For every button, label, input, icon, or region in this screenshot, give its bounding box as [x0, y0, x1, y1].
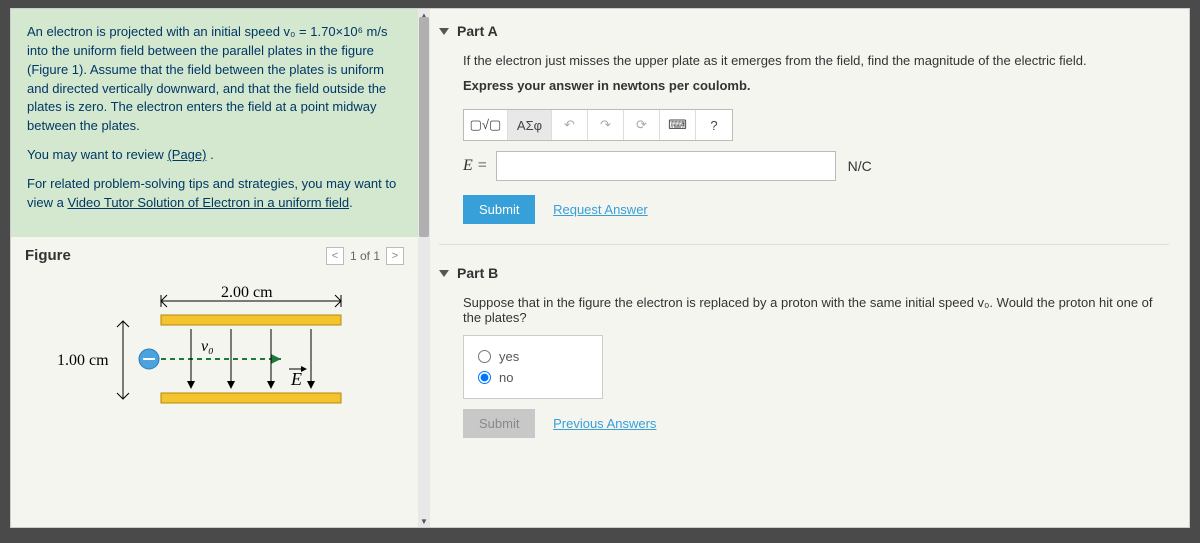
greek-tool[interactable]: ΑΣφ	[508, 110, 552, 140]
part-a-question: If the electron just misses the upper pl…	[463, 53, 1161, 68]
problem-statement: An electron is projected with an initial…	[11, 9, 418, 237]
e-field-label: E	[290, 369, 302, 389]
part-b-header[interactable]: Part B	[419, 251, 1189, 289]
figure-title: Figure	[25, 247, 71, 264]
choice-box: yes no	[463, 335, 603, 399]
templates-tool[interactable]: ▢√▢	[464, 110, 508, 140]
width-label: 2.00 cm	[221, 284, 273, 301]
request-answer-link[interactable]: Request Answer	[553, 202, 648, 217]
figure-nav-text: 1 of 1	[350, 249, 380, 263]
part-a-header[interactable]: Part A	[419, 9, 1189, 47]
redo-tool[interactable]: ↷	[588, 110, 624, 140]
submit-button-b: Submit	[463, 409, 535, 438]
part-b-question: Suppose that in the figure the electron …	[463, 295, 1161, 325]
part-a-instruction: Express your answer in newtons per coulo…	[463, 78, 1161, 93]
help-tool[interactable]: ?	[696, 110, 732, 140]
answer-toolbar: ▢√▢ ΑΣφ ↶ ↷ ⟳ ⌨ ?	[463, 109, 733, 141]
page-link[interactable]: (Page)	[167, 147, 206, 162]
video-tutor-link[interactable]: Video Tutor Solution of Electron in a un…	[67, 195, 349, 210]
previous-answers-link[interactable]: Previous Answers	[553, 416, 656, 431]
reset-tool[interactable]: ⟳	[624, 110, 660, 140]
keyboard-tool[interactable]: ⌨	[660, 110, 696, 140]
unit-label: N/C	[848, 158, 872, 174]
problem-text-3: For related problem-solving tips and str…	[27, 175, 402, 213]
problem-text-2: You may want to review (Page) .	[27, 146, 402, 165]
submit-button-a[interactable]: Submit	[463, 195, 535, 224]
v0-label: v₀	[201, 338, 214, 355]
answer-input[interactable]	[496, 151, 836, 181]
choice-no[interactable]: no	[478, 367, 588, 388]
figure-diagram: 2.00 cm 1.00 cm v₀	[11, 271, 418, 454]
undo-tool[interactable]: ↶	[552, 110, 588, 140]
caret-down-icon	[439, 28, 449, 35]
figure-prev-button[interactable]: <	[326, 247, 344, 265]
caret-down-icon	[439, 270, 449, 277]
radio-no[interactable]	[478, 371, 491, 384]
figure-next-button[interactable]: >	[386, 247, 404, 265]
radio-yes[interactable]	[478, 350, 491, 363]
height-label: 1.00 cm	[57, 352, 109, 369]
problem-text-1: An electron is projected with an initial…	[27, 23, 402, 136]
choice-yes[interactable]: yes	[478, 346, 588, 367]
equation-label: E =	[463, 157, 488, 175]
